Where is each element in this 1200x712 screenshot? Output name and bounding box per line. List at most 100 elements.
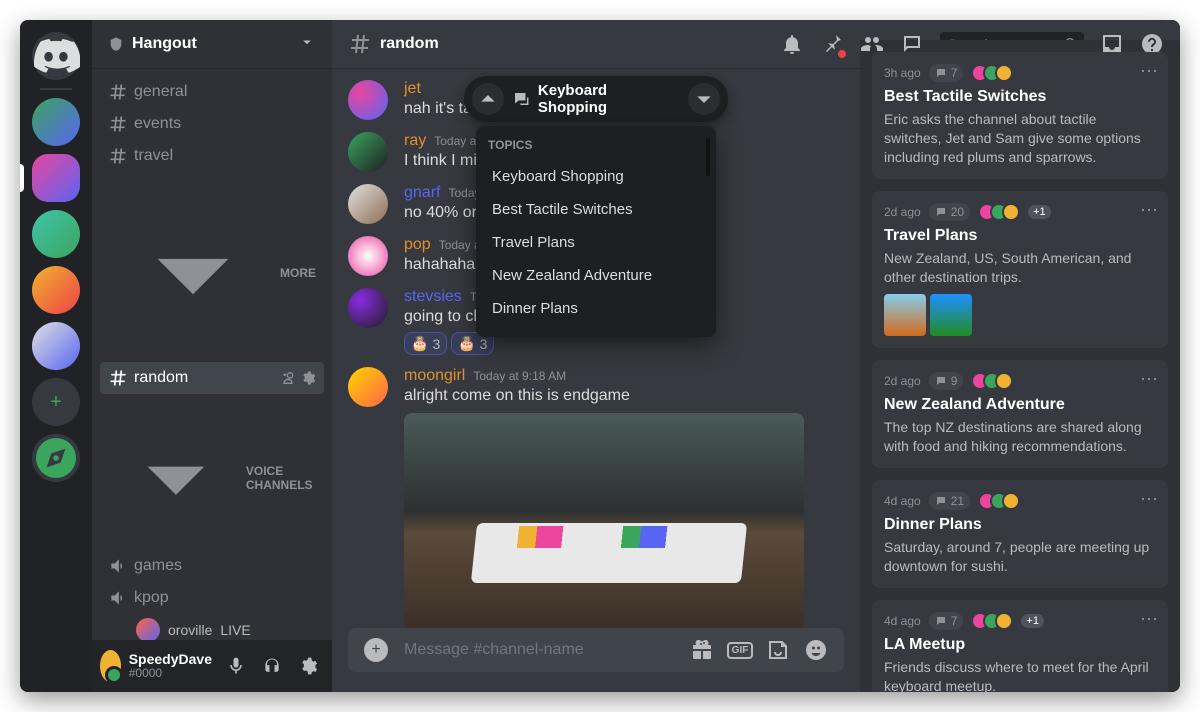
server-header[interactable]: Hangout — [92, 20, 332, 68]
voice-channel-kpop[interactable]: kpop — [100, 582, 324, 614]
sticker-button[interactable] — [766, 638, 790, 662]
thumbnail[interactable] — [884, 294, 926, 336]
thread-title: Dinner Plans — [884, 516, 1156, 534]
server-avatar-3[interactable] — [32, 210, 80, 258]
notifications-icon[interactable] — [780, 32, 804, 56]
voice-user[interactable]: orovilleLIVE — [100, 614, 324, 640]
threads-panel: ⋯3h ago7Best Tactile SwitchesEric asks t… — [860, 40, 1180, 692]
thread-description: Friends discuss where to meet for the Ap… — [884, 658, 1156, 692]
channel-events[interactable]: events — [100, 108, 324, 140]
thread-thumbnails — [884, 294, 1156, 336]
thread-age: 4d ago — [884, 614, 921, 628]
thread-card[interactable]: ⋯3h ago7Best Tactile SwitchesEric asks t… — [872, 52, 1168, 179]
reaction[interactable]: 🎂3 — [404, 332, 447, 355]
home-button[interactable] — [32, 32, 80, 80]
avatar[interactable] — [348, 236, 388, 276]
add-server-button[interactable]: + — [32, 378, 80, 426]
thread-description: Eric asks the channel about tactile swit… — [884, 110, 1156, 167]
avatar[interactable] — [348, 132, 388, 172]
thread-more-button[interactable]: ⋯ — [1140, 610, 1158, 628]
voice-channel-games[interactable]: games — [100, 550, 324, 582]
message-author[interactable]: gnarf — [404, 184, 440, 202]
topic-pill: Keyboard Shopping — [464, 76, 728, 122]
server-avatar-1[interactable] — [32, 98, 80, 146]
thread-meta: 4d ago 7 +1 — [884, 612, 1156, 630]
chevron-down-icon — [298, 33, 316, 56]
composer-placeholder: Message #channel-name — [404, 641, 584, 659]
gift-button[interactable] — [690, 638, 714, 662]
server-name: Hangout — [132, 35, 197, 53]
create-invite-icon[interactable] — [280, 370, 296, 386]
compass-icon — [32, 434, 80, 482]
server-avatar-5[interactable] — [32, 322, 80, 370]
topic-option[interactable]: Dinner Plans — [488, 292, 712, 325]
thread-title: New Zealand Adventure — [884, 396, 1156, 414]
thread-more-button[interactable]: ⋯ — [1140, 490, 1158, 508]
topic-option[interactable]: Travel Plans — [488, 226, 712, 259]
topic-option[interactable]: Best Tactile Switches — [488, 193, 712, 226]
more-count: +1 — [1021, 614, 1044, 628]
topic-next-button[interactable] — [688, 83, 720, 115]
topic-prev-button[interactable] — [472, 83, 504, 115]
thread-more-button[interactable]: ⋯ — [1140, 62, 1158, 80]
self-info[interactable]: SpeedyDave #0000 — [129, 652, 212, 681]
app-window: + Hangout generalevents travel MORE rando… — [20, 20, 1180, 692]
message-author[interactable]: stevsies — [404, 288, 462, 306]
avatar[interactable] — [348, 80, 388, 120]
thread-card[interactable]: ⋯2d ago20+1Travel PlansNew Zealand, US, … — [872, 191, 1168, 349]
message-author[interactable]: ray — [404, 132, 426, 150]
avatar[interactable] — [348, 288, 388, 328]
dropdown-title: TOPICS — [488, 138, 712, 152]
thread-description: New Zealand, US, South American, and oth… — [884, 249, 1156, 287]
message-attachment-image[interactable] — [404, 413, 804, 628]
server-avatar-4[interactable] — [32, 266, 80, 314]
thread-meta: 2d ago9 — [884, 372, 1156, 390]
thread-card[interactable]: ⋯4d ago7+1LA MeetupFriends discuss where… — [872, 600, 1168, 692]
gif-button[interactable]: GIF — [728, 638, 752, 662]
message-text: alright come on this is endgame — [404, 385, 804, 407]
reaction-count: 3 — [480, 336, 488, 352]
hash-icon — [108, 114, 128, 134]
thread-card[interactable]: ⋯2d ago9New Zealand AdventureThe top NZ … — [872, 360, 1168, 468]
thread-more-button[interactable]: ⋯ — [1140, 370, 1158, 388]
speaker-icon — [108, 588, 128, 608]
dropdown-scrollbar[interactable] — [706, 138, 710, 176]
avatar[interactable] — [348, 184, 388, 224]
pinned-messages-icon[interactable] — [820, 32, 844, 56]
thread-title: Best Tactile Switches — [884, 88, 1156, 106]
channel-travel[interactable]: travel — [100, 140, 324, 172]
section-more[interactable]: MORE — [100, 172, 324, 362]
topic-option[interactable]: New Zealand Adventure — [488, 259, 712, 292]
channel-general[interactable]: general — [100, 76, 324, 108]
section-voice[interactable]: VOICE CHANNELS — [100, 394, 324, 550]
channel-random[interactable]: random — [100, 362, 324, 394]
message-author[interactable]: pop — [404, 236, 431, 254]
channel-sidebar: Hangout generaleventstravel MORE random … — [92, 20, 332, 692]
thread-card[interactable]: ⋯4d ago21Dinner PlansSaturday, around 7,… — [872, 480, 1168, 588]
mute-button[interactable] — [220, 650, 252, 682]
gear-icon[interactable] — [300, 370, 316, 386]
thread-description: Saturday, around 7, people are meeting u… — [884, 538, 1156, 576]
deafen-button[interactable] — [256, 650, 288, 682]
attach-button[interactable]: + — [364, 638, 388, 662]
message-author[interactable]: moongirl — [404, 367, 465, 385]
server-rail: + — [20, 20, 92, 692]
avatar[interactable] — [348, 367, 388, 407]
message-author[interactable]: jet — [404, 80, 421, 98]
more-count: +1 — [1028, 205, 1051, 219]
channel-label: kpop — [134, 589, 169, 607]
user-settings-button[interactable] — [292, 650, 324, 682]
server-avatar-2[interactable] — [32, 154, 80, 202]
self-avatar[interactable] — [100, 650, 121, 682]
thumbnail[interactable] — [930, 294, 972, 336]
rail-divider — [40, 88, 72, 90]
topic-option[interactable]: Keyboard Shopping — [488, 160, 712, 193]
emoji-button[interactable] — [804, 638, 828, 662]
channel-label: games — [134, 557, 182, 575]
channel-label: travel — [134, 147, 173, 165]
thread-message-count: 7 — [929, 612, 964, 630]
message-timestamp: Today at 9:18 AM — [473, 369, 566, 383]
message-composer[interactable]: + Message #channel-name GIF — [348, 628, 844, 672]
thread-more-button[interactable]: ⋯ — [1140, 201, 1158, 219]
explore-servers-button[interactable] — [32, 434, 80, 482]
